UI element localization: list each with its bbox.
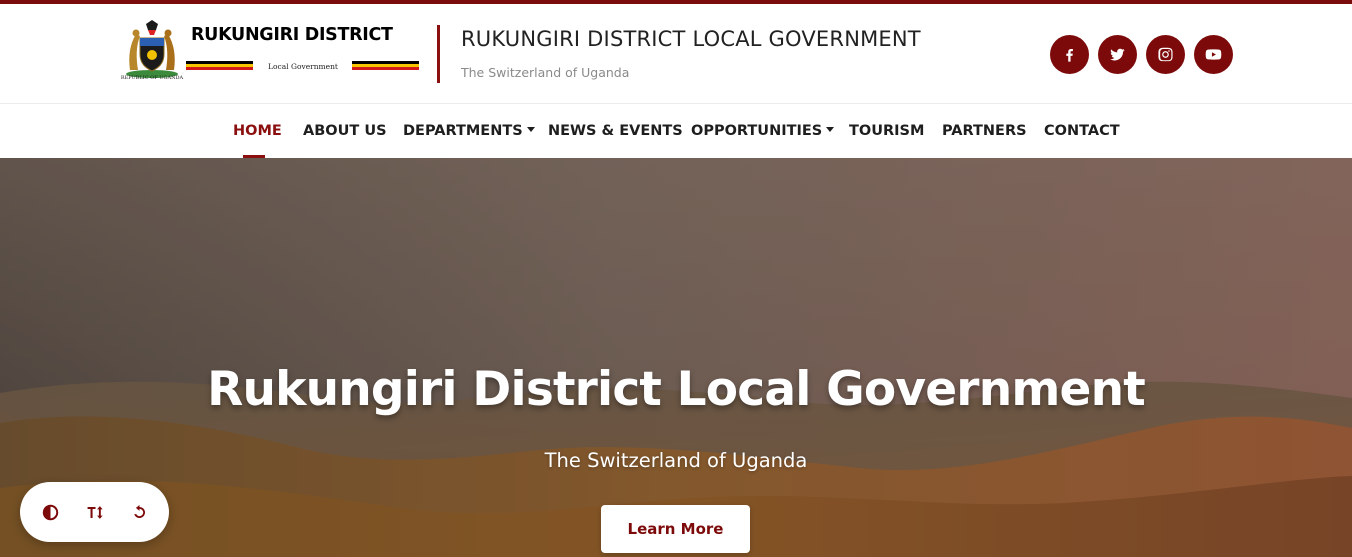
hero-landscape-image [0, 158, 1352, 557]
nav-home[interactable]: HOME [233, 123, 282, 139]
site-tagline: The Switzerland of Uganda [461, 65, 630, 80]
hero-title: Rukungiri District Local Government [207, 362, 1146, 417]
accessibility-toolbar [20, 482, 169, 542]
coat-caption: REPUBLIC OF UGANDA [120, 75, 184, 81]
site-header: REPUBLIC OF UGANDA RUKUNGIRI DISTRICT Lo… [0, 4, 1352, 104]
instagram-icon [1158, 47, 1173, 62]
text-resize-button[interactable] [83, 500, 107, 524]
district-logo[interactable]: REPUBLIC OF UGANDA RUKUNGIRI DISTRICT Lo… [120, 20, 419, 86]
twitter-icon [1110, 48, 1125, 61]
twitter-button[interactable] [1098, 35, 1137, 74]
reset-button[interactable] [127, 500, 151, 524]
nav-news-events[interactable]: NEWS & EVENTS [548, 123, 683, 139]
nav-opportunities[interactable]: OPPORTUNITIES [691, 123, 835, 139]
text-resize-icon [87, 505, 103, 519]
youtube-icon [1205, 49, 1222, 60]
nav-contact[interactable]: CONTACT [1044, 123, 1120, 139]
contrast-toggle-button[interactable] [38, 500, 62, 524]
reset-icon [133, 504, 145, 518]
learn-more-button[interactable]: Learn More [601, 505, 750, 553]
site-title: RUKUNGIRI DISTRICT LOCAL GOVERNMENT [461, 27, 921, 51]
district-name: RUKUNGIRI DISTRICT [191, 25, 393, 45]
chevron-down-icon [826, 126, 835, 132]
chevron-down-icon [526, 126, 535, 132]
youtube-button[interactable] [1194, 35, 1233, 74]
hero-subtitle: The Switzerland of Uganda [544, 449, 808, 472]
instagram-button[interactable] [1146, 35, 1185, 74]
hero-banner: Rukungiri District Local Government The … [0, 158, 1352, 557]
contrast-icon [42, 504, 58, 520]
facebook-button[interactable] [1050, 35, 1089, 74]
local-government-label: Local Government [268, 62, 338, 71]
facebook-icon [1066, 49, 1073, 62]
coat-of-arms-icon [126, 20, 178, 78]
flag-stripes-left [186, 61, 253, 73]
flag-stripes-right [352, 61, 419, 73]
nav-departments-label: DEPARTMENTS [403, 123, 523, 139]
title-divider [437, 25, 440, 83]
nav-opportunities-label: OPPORTUNITIES [691, 123, 823, 139]
nav-about-us[interactable]: ABOUT US [303, 123, 387, 139]
nav-departments[interactable]: DEPARTMENTS [403, 123, 535, 139]
main-navigation: HOME ABOUT US DEPARTMENTS NEWS & EVENTS … [0, 105, 1352, 158]
nav-partners[interactable]: PARTNERS [942, 123, 1027, 139]
nav-tourism[interactable]: TOURISM [849, 123, 924, 139]
